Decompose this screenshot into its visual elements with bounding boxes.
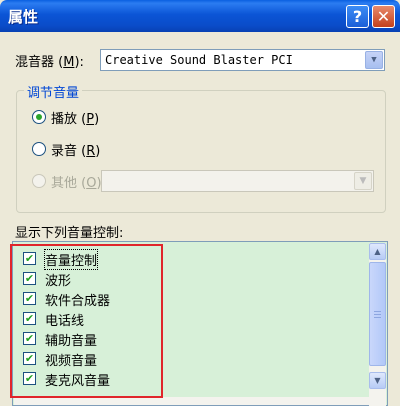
scroll-down-button[interactable]: ▼ [369,372,386,389]
grip-line [374,311,381,312]
help-button[interactable]: ? [346,5,369,28]
properties-dialog: 属性 ? ✕ 混音器 (M): Creative Sound Blaster P… [0,0,400,406]
close-icon: ✕ [376,7,391,26]
arrow-down-icon: ▼ [374,376,381,385]
chevron-down-icon: ▼ [371,55,377,65]
mixer-dropdown[interactable]: Creative Sound Blaster PCI ▼ [100,49,385,71]
playback-radio[interactable] [32,110,46,124]
vertical-scrollbar[interactable]: ▲ ▼ [369,243,386,406]
playback-radio-label[interactable]: 播放 (P) [51,108,99,127]
arrow-up-icon: ▲ [374,247,381,256]
grip-line [374,314,381,315]
mixer-label-key: M [63,55,75,70]
other-label-key: O [86,176,97,191]
title-bar[interactable]: 属性 ? ✕ [0,0,400,32]
close-button[interactable]: ✕ [372,5,395,28]
record-label-key: R [86,144,96,159]
chevron-down-icon: ▼ [359,176,367,186]
scroll-thumb[interactable] [369,262,386,366]
playback-label-end: ) [94,112,100,127]
record-label-end: ) [95,144,101,159]
mixer-label: 混音器 (M): [15,51,84,70]
other-device-dropdown: ▼ [101,170,374,192]
playback-label-text: 播放 ( [51,112,87,127]
other-label-text: 其他 ( [51,176,87,191]
other-radio [32,174,46,188]
mixer-dropdown-value: Creative Sound Blaster PCI [105,53,293,67]
other-radio-label: 其他 (O) [51,172,102,191]
record-label-text: 录音 ( [51,144,87,159]
adjust-volume-group-title: 调节音量 [24,82,83,101]
playback-label-key: P [86,112,95,127]
horizontal-scrollbar[interactable] [14,397,370,405]
grip-line [374,317,381,318]
controls-list-header: 显示下列音量控制: [15,226,124,241]
mixer-dropdown-button[interactable]: ▼ [365,51,383,69]
record-radio[interactable] [32,142,46,156]
record-radio-label[interactable]: 录音 (R) [51,140,100,159]
mixer-label-end: ): [74,55,84,70]
scroll-up-button[interactable]: ▲ [369,243,386,260]
other-dropdown-button: ▼ [354,172,372,190]
highlight-box [10,244,163,398]
window-title: 属性 [8,8,39,26]
mixer-label-text: 混音器 ( [15,55,64,70]
